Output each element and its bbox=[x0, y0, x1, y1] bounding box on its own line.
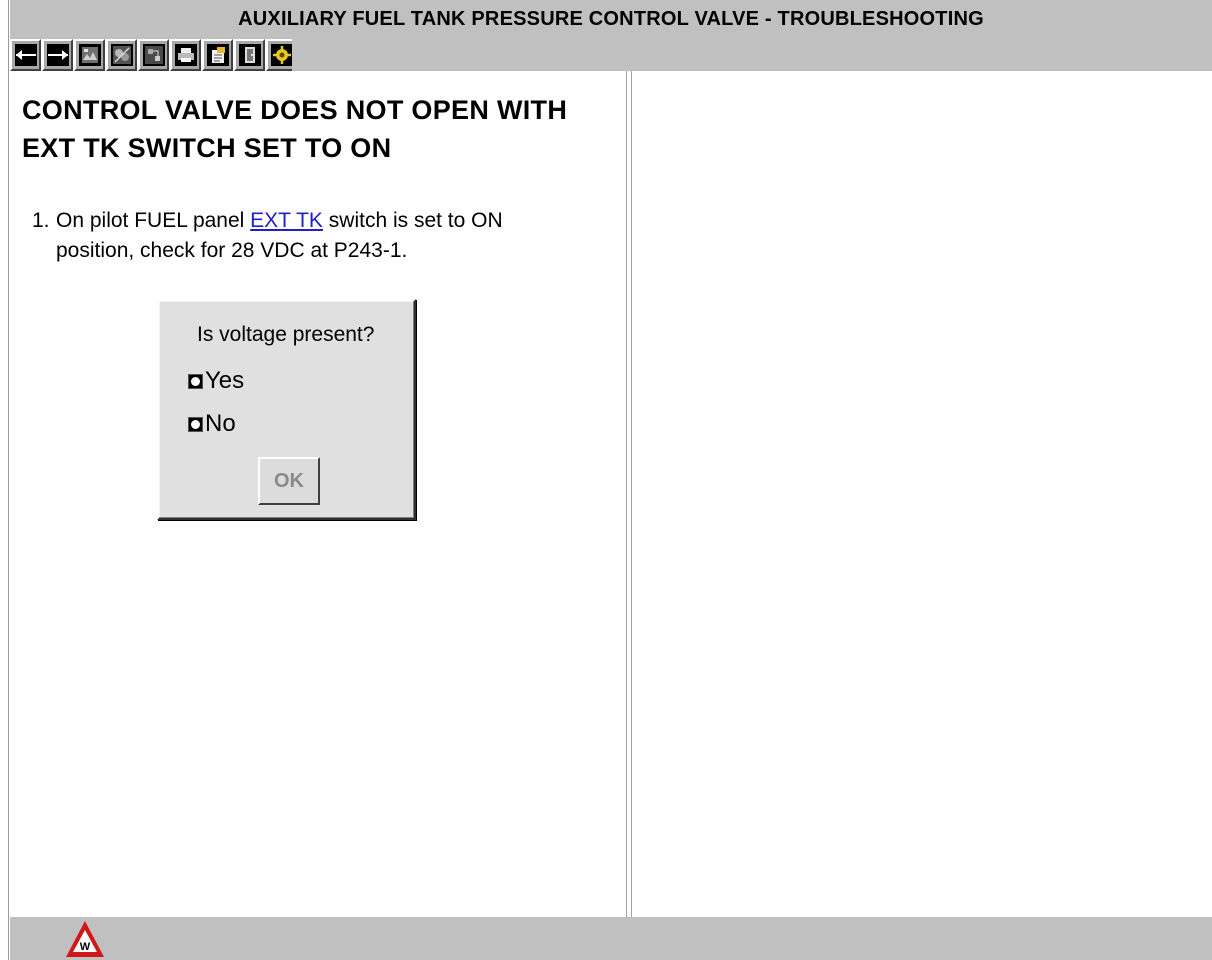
back-arrow-icon bbox=[14, 44, 37, 66]
tools-icon bbox=[270, 44, 293, 66]
window-title: AUXILIARY FUEL TANK PRESSURE CONTROL VAL… bbox=[238, 8, 984, 30]
step-text-before: On pilot FUEL panel bbox=[56, 209, 245, 232]
step-text-after: switch is set to ON bbox=[328, 209, 503, 232]
voltage-dialog: Is voltage present? Yes No OK bbox=[157, 299, 416, 520]
toolbar-strip bbox=[292, 39, 1212, 71]
step-text-line2: position, check for 28 VDC at P243-1. bbox=[56, 239, 408, 262]
back-button[interactable] bbox=[10, 39, 41, 71]
radio-no[interactable] bbox=[188, 416, 203, 432]
schematic-button[interactable] bbox=[138, 39, 169, 71]
title-bar: AUXILIARY FUEL TANK PRESSURE CONTROL VAL… bbox=[10, 0, 1212, 39]
step-number: 1. bbox=[32, 209, 50, 232]
procedure-step: 1. On pilot FUEL panel EXT TK switch is s… bbox=[32, 206, 602, 266]
diagram-icon bbox=[110, 44, 133, 66]
option-yes[interactable]: Yes bbox=[188, 367, 244, 395]
diagram-button[interactable] bbox=[106, 39, 137, 71]
image-button[interactable] bbox=[74, 39, 105, 71]
status-bar: W bbox=[10, 917, 1212, 960]
graphics-pane bbox=[632, 71, 1212, 917]
option-yes-label: Yes bbox=[205, 367, 245, 394]
forward-button[interactable] bbox=[42, 39, 73, 71]
notes-button[interactable] bbox=[202, 39, 233, 71]
option-no[interactable]: No bbox=[188, 410, 236, 438]
print-icon bbox=[174, 44, 197, 66]
radio-yes[interactable] bbox=[188, 373, 203, 389]
schematic-icon bbox=[142, 44, 165, 66]
dialog-question: Is voltage present? bbox=[197, 323, 375, 346]
warning-letter: W bbox=[80, 941, 91, 953]
exit-button[interactable] bbox=[234, 39, 265, 71]
print-button[interactable] bbox=[170, 39, 201, 71]
image-icon bbox=[78, 44, 101, 66]
notes-icon bbox=[206, 44, 229, 66]
forward-arrow-icon bbox=[46, 44, 69, 66]
window-frame-left bbox=[0, 0, 9, 960]
ext-tk-link[interactable]: EXT TK bbox=[250, 209, 323, 232]
exit-icon bbox=[238, 44, 261, 66]
toolbar bbox=[10, 39, 297, 71]
procedure-heading: CONTROL VALVE DOES NOT OPEN WITH EXT TK … bbox=[22, 95, 568, 163]
ok-button[interactable]: OK bbox=[258, 457, 320, 505]
option-no-label: No bbox=[205, 410, 236, 437]
warning-icon[interactable]: W bbox=[64, 919, 106, 959]
procedure-pane: CONTROL VALVE DOES NOT OPEN WITH EXT TK … bbox=[10, 71, 626, 917]
